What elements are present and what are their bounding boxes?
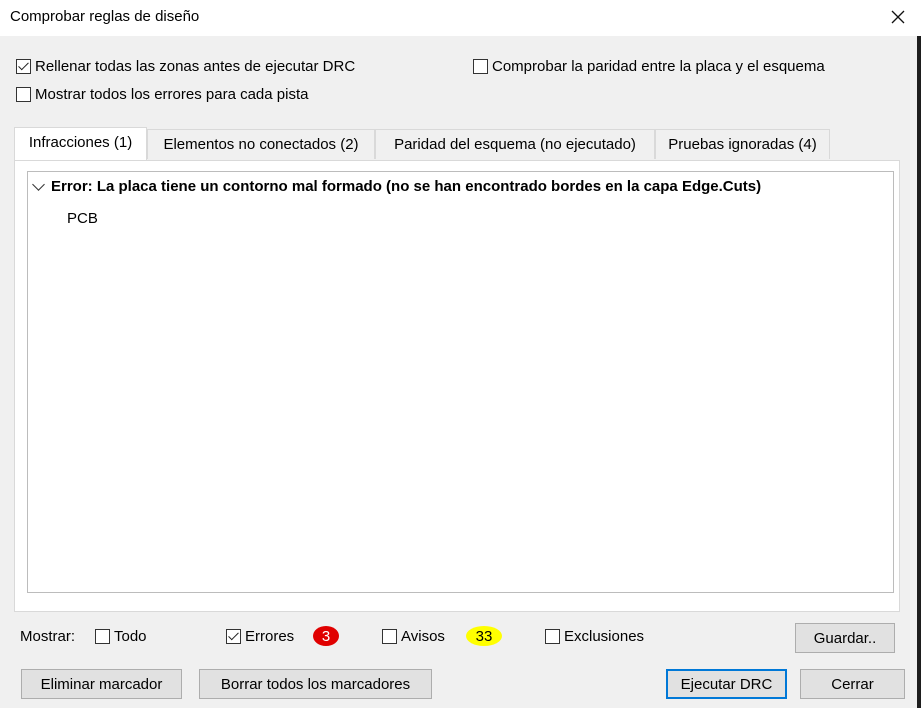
check-parity-label: Comprobar la paridad entre la placa y el… — [492, 58, 825, 75]
fill-zones-checkbox[interactable]: Rellenar todas las zonas antes de ejecut… — [16, 58, 355, 75]
filter-warnings-checkbox[interactable]: Avisos — [382, 628, 445, 645]
checkbox-unchecked[interactable] — [382, 629, 397, 644]
close-button[interactable]: Cerrar — [800, 669, 905, 699]
checkbox-checked[interactable] — [226, 629, 241, 644]
window-title: Comprobar reglas de diseño — [10, 8, 200, 25]
violation-item[interactable]: PCB — [67, 210, 98, 227]
tab-panel: Error: La placa tiene un contorno mal fo… — [14, 160, 900, 612]
close-window-button[interactable] — [875, 0, 921, 34]
delete-all-markers-button[interactable]: Borrar todos los marcadores — [199, 669, 432, 699]
checkbox-unchecked[interactable] — [545, 629, 560, 644]
tab-violations[interactable]: Infracciones (1) — [14, 127, 147, 160]
filter-errors-label: Errores — [245, 628, 295, 645]
filter-all-label: Todo — [114, 628, 147, 645]
show-all-errors-checkbox[interactable]: Mostrar todos los errores para cada pist… — [16, 86, 308, 103]
delete-marker-button[interactable]: Eliminar marcador — [21, 669, 182, 699]
filter-exclusions-checkbox[interactable]: Exclusiones — [545, 628, 644, 645]
tab-unconnected[interactable]: Elementos no conectados (2) — [147, 129, 375, 159]
tab-ignored-tests[interactable]: Pruebas ignoradas (4) — [655, 129, 830, 159]
chevron-down-icon[interactable] — [32, 178, 45, 191]
fill-zones-label: Rellenar todas las zonas antes de ejecut… — [35, 58, 356, 75]
show-all-errors-label: Mostrar todos los errores para cada pist… — [35, 86, 309, 103]
title-bar: Comprobar reglas de diseño — [0, 0, 921, 36]
filter-all-checkbox[interactable]: Todo — [95, 628, 147, 645]
check-parity-checkbox[interactable]: Comprobar la paridad entre la placa y el… — [473, 58, 825, 75]
checkbox-checked[interactable] — [16, 59, 31, 74]
violation-title: Error: La placa tiene un contorno mal fo… — [51, 178, 762, 195]
filter-exclusions-label: Exclusiones — [564, 628, 645, 645]
show-filter-label: Mostrar: — [20, 628, 76, 645]
checkbox-unchecked[interactable] — [473, 59, 488, 74]
tab-schematic-parity[interactable]: Paridad del esquema (no ejecutado) — [375, 129, 655, 159]
warnings-count-badge: 33 — [466, 626, 502, 646]
checkbox-unchecked[interactable] — [95, 629, 110, 644]
run-drc-button[interactable]: Ejecutar DRC — [666, 669, 787, 699]
close-icon — [891, 10, 905, 24]
filter-warnings-label: Avisos — [401, 628, 445, 645]
save-button[interactable]: Guardar.. — [795, 623, 895, 653]
violation-row[interactable]: Error: La placa tiene un contorno mal fo… — [32, 178, 762, 195]
errors-count-badge: 3 — [313, 626, 339, 646]
checkbox-unchecked[interactable] — [16, 87, 31, 102]
background-window-edge — [917, 36, 921, 708]
violations-list[interactable]: Error: La placa tiene un contorno mal fo… — [27, 171, 894, 593]
filter-errors-checkbox[interactable]: Errores — [226, 628, 294, 645]
